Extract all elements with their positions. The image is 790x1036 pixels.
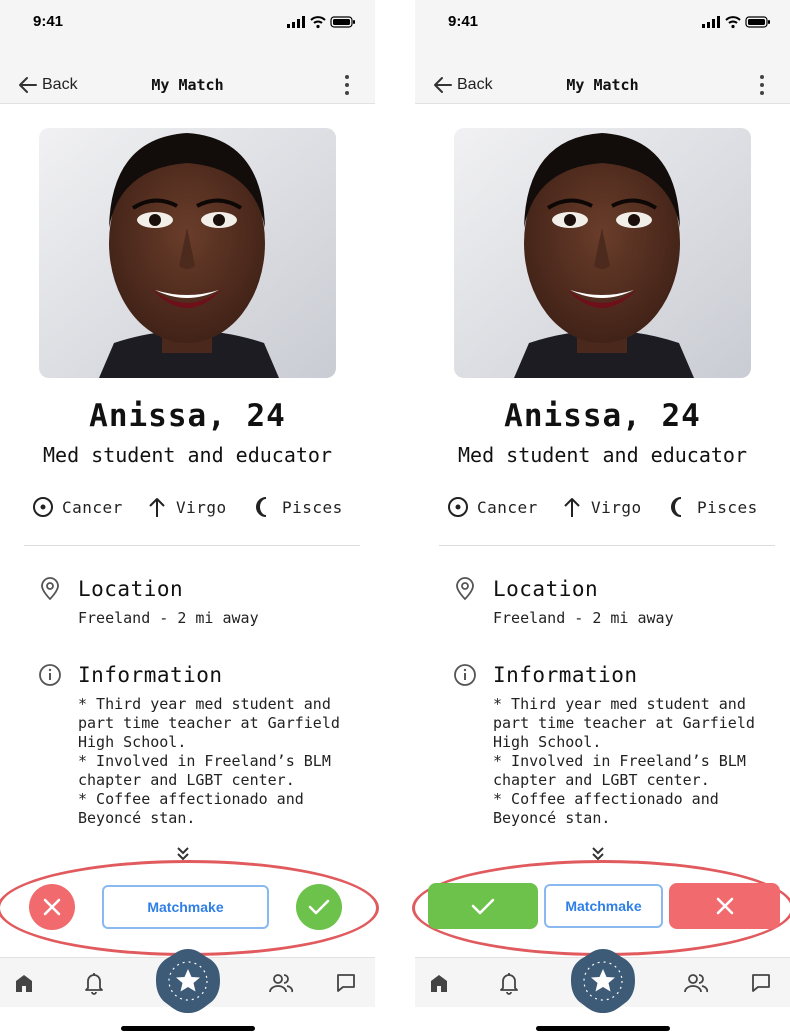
matchmake-button[interactable]: Matchmake (102, 885, 269, 929)
rising-sign-icon (149, 498, 165, 517)
screen-pill-actions: 9:41 Back My Match Anissa, 24 Med studen… (412, 0, 790, 1036)
sign-moon: Pisces (252, 494, 343, 520)
signal-icon (287, 16, 305, 28)
check-icon (471, 898, 495, 915)
location-pin-icon (456, 577, 474, 601)
divider (24, 545, 360, 546)
sign-sun: Cancer (32, 494, 123, 520)
location-text: Freeland - 2 mi away (493, 609, 674, 627)
nav-bar: Back My Match (415, 48, 790, 104)
people-icon (684, 974, 709, 993)
page-title: My Match (151, 76, 224, 94)
home-icon (16, 975, 32, 992)
info-icon (454, 664, 476, 686)
location-pin-icon (41, 577, 59, 601)
close-icon (716, 897, 733, 915)
home-icon (431, 975, 447, 992)
matchmake-button[interactable]: Matchmake (544, 884, 663, 928)
status-bar: 9:41 (415, 0, 790, 48)
check-icon (308, 899, 330, 915)
moon-sign-icon (671, 497, 682, 517)
zodiac-signs: Cancer Virgo Pisces (415, 494, 790, 520)
rising-sign-icon (564, 498, 580, 517)
tab-home[interactable] (424, 968, 454, 998)
tab-matches[interactable] (569, 947, 637, 1015)
tab-people[interactable] (681, 968, 711, 998)
star-badge-icon (156, 949, 220, 1013)
profile-photo (454, 128, 751, 378)
sign-label: Pisces (282, 497, 343, 517)
battery-icon (330, 16, 355, 28)
sign-label: Pisces (697, 497, 758, 517)
star-badge-icon (571, 949, 635, 1013)
chat-icon (752, 974, 770, 992)
info-icon (39, 664, 61, 686)
sign-rising: Virgo (561, 494, 642, 520)
tab-notifications[interactable] (79, 968, 109, 998)
divider (439, 545, 775, 546)
profile-name: Anissa, 24 (504, 398, 701, 434)
screen-round-actions: 9:41 Back My Match Anissa, 24 Med studen… (0, 0, 379, 1036)
more-vertical-icon[interactable] (339, 74, 355, 96)
location-title: Location (78, 577, 184, 601)
location-text: Freeland - 2 mi away (78, 609, 259, 627)
wifi-icon (310, 16, 326, 24)
profile-name: Anissa, 24 (89, 398, 286, 434)
accept-button[interactable] (428, 883, 538, 929)
tab-chat[interactable] (746, 968, 776, 998)
sign-label: Cancer (477, 497, 538, 517)
battery-icon (745, 16, 770, 28)
close-icon (43, 898, 61, 916)
profile-tagline: Med student and educator (43, 443, 332, 467)
chat-icon (337, 974, 355, 992)
sun-sign-icon (33, 497, 53, 517)
bell-icon (500, 973, 518, 995)
zodiac-signs: Cancer Virgo Pisces (0, 494, 375, 520)
nav-bar: Back My Match (0, 48, 375, 104)
bell-icon (85, 973, 103, 995)
people-icon (269, 974, 294, 993)
accept-button[interactable] (296, 884, 342, 930)
home-indicator (121, 1026, 255, 1031)
tab-people[interactable] (266, 968, 296, 998)
wifi-icon (725, 16, 741, 24)
status-time: 9:41 (448, 13, 479, 30)
profile-photo (39, 128, 336, 378)
tab-home[interactable] (9, 968, 39, 998)
signal-icon (702, 16, 720, 28)
tab-matches[interactable] (154, 947, 222, 1015)
location-title: Location (493, 577, 599, 601)
status-bar: 9:41 (0, 0, 375, 48)
sign-label: Cancer (62, 497, 123, 517)
sign-moon: Pisces (667, 494, 758, 520)
profile-tagline: Med student and educator (458, 443, 747, 467)
information-text: * Third year med student and part time t… (493, 695, 755, 827)
moon-sign-icon (256, 497, 267, 517)
home-indicator (536, 1026, 670, 1031)
more-vertical-icon[interactable] (754, 74, 770, 96)
page-title: My Match (566, 76, 639, 94)
status-time: 9:41 (33, 13, 64, 30)
information-text: * Third year med student and part time t… (78, 695, 340, 827)
status-icons (702, 16, 770, 29)
reject-button[interactable] (669, 883, 780, 929)
tab-chat[interactable] (331, 968, 361, 998)
sign-label: Virgo (591, 497, 642, 517)
sign-rising: Virgo (146, 494, 227, 520)
reject-button[interactable] (29, 884, 75, 930)
status-icons (287, 16, 355, 29)
sun-sign-icon (448, 497, 468, 517)
information-title: Information (78, 663, 223, 687)
sign-sun: Cancer (447, 494, 538, 520)
tab-notifications[interactable] (494, 968, 524, 998)
information-title: Information (493, 663, 638, 687)
sign-label: Virgo (176, 497, 227, 517)
